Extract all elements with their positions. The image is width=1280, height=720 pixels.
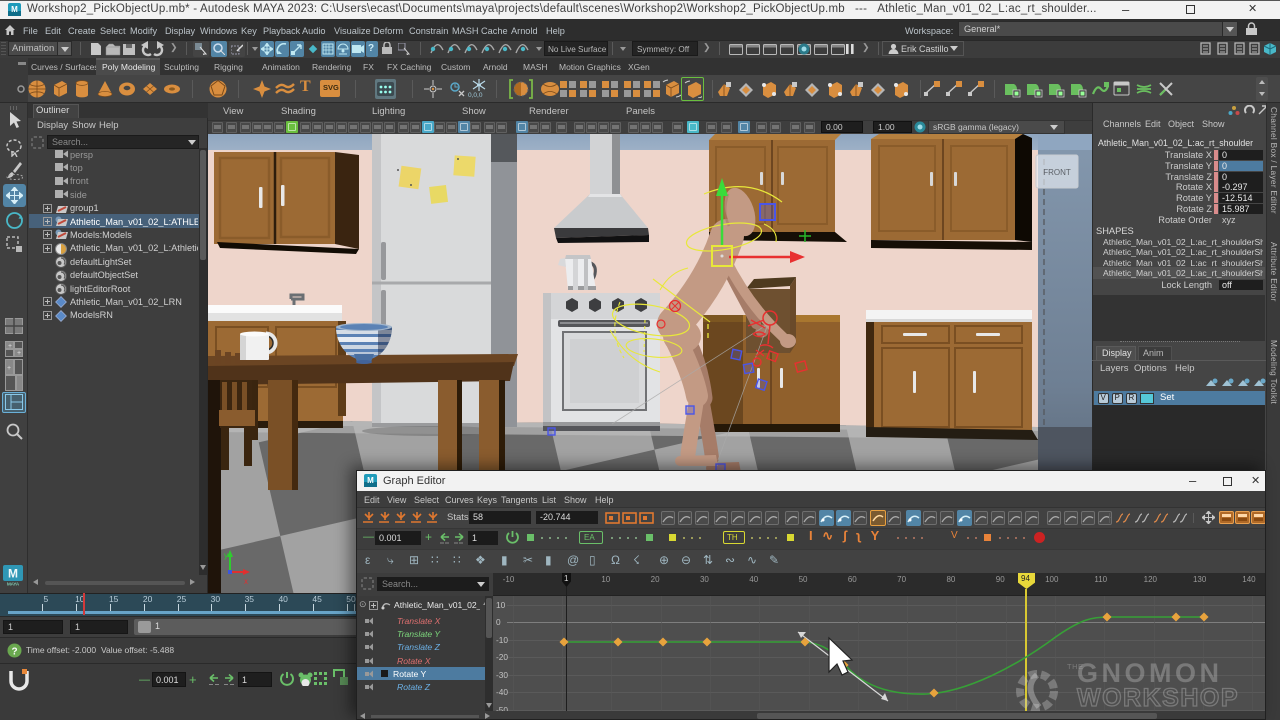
svg-text:+: + xyxy=(8,343,12,350)
svg-text:y: y xyxy=(224,551,228,560)
svg-text:?: ? xyxy=(11,647,17,658)
svg-text:MAYA: MAYA xyxy=(7,582,19,587)
svg-text:+: + xyxy=(17,350,21,357)
svg-text:+: + xyxy=(7,365,11,372)
svg-text:M: M xyxy=(11,5,18,14)
svg-text:M: M xyxy=(8,567,18,581)
svg-text:x: x xyxy=(244,577,248,586)
svg-text:FRONT: FRONT xyxy=(1043,168,1071,177)
